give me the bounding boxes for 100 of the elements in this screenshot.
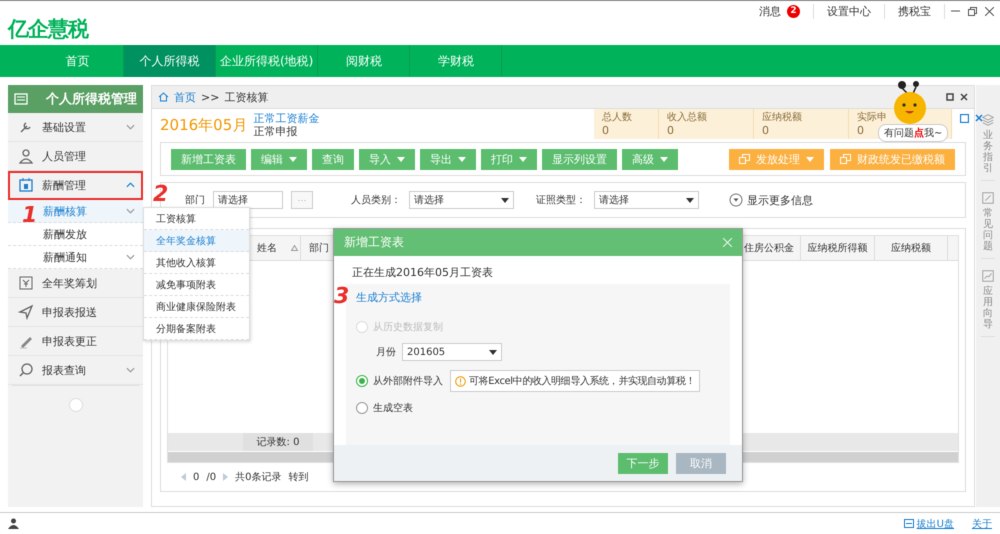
caret-icon xyxy=(660,156,668,162)
edit-icon xyxy=(981,191,995,205)
restore-icon[interactable] xyxy=(968,6,977,16)
document-icon xyxy=(14,92,28,106)
annotation-number: 3 xyxy=(334,286,350,308)
annotation-number: 2 xyxy=(153,184,168,206)
toolbar-button[interactable]: 编辑 xyxy=(251,148,307,170)
sidebar-item[interactable]: 申报表更正 xyxy=(8,327,143,356)
salary-type-link[interactable]: 正常工资薪金 xyxy=(253,112,320,125)
summary-value: 0 xyxy=(602,124,609,137)
summary-label: 总人数 xyxy=(602,111,632,124)
department-field[interactable]: 请选择 xyxy=(213,191,283,209)
column-header: 部门 xyxy=(309,242,329,255)
side-tab[interactable]: 常见问题 xyxy=(983,208,993,252)
summary-value: 0 xyxy=(762,124,769,137)
chevron-icon xyxy=(126,254,135,260)
side-tab[interactable]: 业务指引 xyxy=(983,130,993,174)
goto-label: 转到 xyxy=(288,471,308,484)
toolbar-button[interactable]: 导入 xyxy=(359,148,415,170)
dialog-title: 新增工资表 xyxy=(344,234,404,251)
column-header: 应纳税额 xyxy=(891,242,931,255)
close-icon[interactable] xyxy=(975,114,983,122)
maximize-icon[interactable] xyxy=(960,114,969,123)
page-number: 0 xyxy=(193,472,200,482)
filter-label: 部门 xyxy=(185,194,205,207)
declaration-type: 正常申报 xyxy=(253,125,298,138)
next-button[interactable]: 下一步 xyxy=(618,452,668,474)
search-icon xyxy=(18,362,34,378)
more-info-link[interactable]: 显示更多信息 xyxy=(747,192,813,208)
picker-button[interactable]: ··· xyxy=(291,191,313,209)
dialog-heading: 正在生成2016年05月工资表 xyxy=(351,265,494,281)
record-count: 记录数: 0 xyxy=(243,433,313,451)
summary-label: 收入总额 xyxy=(667,111,707,124)
chevron-icon xyxy=(126,367,135,373)
toolbar-button[interactable]: 查询 xyxy=(312,148,354,170)
toolbar-button[interactable]: 显示列设置 xyxy=(542,148,617,170)
send-icon xyxy=(18,304,34,320)
sidebar-item[interactable]: 薪酬管理 xyxy=(8,171,143,200)
menu-item[interactable]: 其他收入核算 xyxy=(144,252,249,274)
close-icon[interactable] xyxy=(985,6,994,16)
month-field[interactable]: 201605 xyxy=(402,343,502,361)
side-tab[interactable]: 应用向导 xyxy=(983,286,993,330)
caret-icon xyxy=(806,156,814,162)
filter-label: 人员类别： xyxy=(351,194,401,207)
section-title[interactable]: 生成方式选择 xyxy=(356,290,720,305)
header-link[interactable]: 消息 xyxy=(759,4,781,18)
caret-icon xyxy=(489,350,497,354)
caret-icon xyxy=(501,198,509,202)
status-link[interactable]: 拔出U盘 xyxy=(904,516,954,530)
warning-icon xyxy=(455,376,466,386)
toolbar-button[interactable]: 新增工资表 xyxy=(171,148,246,170)
logo: 亿企慧税 xyxy=(8,16,88,43)
sort-icon[interactable] xyxy=(291,245,298,251)
home-icon[interactable] xyxy=(158,92,169,102)
breadcrumb-link[interactable]: 首页 xyxy=(174,90,196,104)
copy-icon xyxy=(840,154,851,164)
menu-item[interactable]: 商业健康保险附表 xyxy=(144,296,249,318)
copy-icon xyxy=(739,154,750,164)
select-field[interactable]: 请选择 xyxy=(409,191,514,209)
toolbar-button[interactable]: 高级 xyxy=(622,148,678,170)
sidebar-item[interactable]: 人员管理 xyxy=(8,142,143,171)
yen-icon xyxy=(18,275,34,291)
calendar-icon xyxy=(18,177,34,193)
expand-circle-icon[interactable] xyxy=(729,193,743,207)
caret-icon xyxy=(519,156,527,162)
layers-icon xyxy=(981,113,995,127)
radio-button[interactable] xyxy=(356,375,368,387)
filter-label: 证照类型： xyxy=(536,194,586,207)
summary-label: 实际申 xyxy=(857,111,887,124)
radio-button[interactable] xyxy=(356,402,368,414)
summary-label: 应纳税额 xyxy=(762,111,802,124)
menu-item[interactable]: 减免事项附表 xyxy=(144,274,249,296)
close-icon[interactable] xyxy=(960,93,968,101)
maximize-icon[interactable] xyxy=(946,93,954,101)
breadcrumb-separator: >> xyxy=(201,90,220,104)
menu-item[interactable]: 分期备案附表 xyxy=(144,318,249,340)
header-link[interactable]: 携税宝 xyxy=(898,4,931,18)
nav-tab[interactable]: 个人所得税 xyxy=(124,45,216,77)
help-bubble[interactable]: 有问题点我~ xyxy=(878,124,948,142)
person-icon xyxy=(18,148,34,164)
caret-icon xyxy=(686,198,694,202)
menu-item[interactable]: 全年奖金核算 xyxy=(144,230,249,252)
caret-icon xyxy=(289,156,297,162)
sidebar-item[interactable]: 报表查询 xyxy=(8,356,143,385)
status-link[interactable]: 关于 xyxy=(972,516,992,530)
sidebar-item[interactable]: 基础设置 xyxy=(8,113,143,142)
summary-value: 0 xyxy=(857,124,864,137)
chevron-icon xyxy=(126,182,135,188)
chart-icon xyxy=(981,269,995,283)
toolbar-button[interactable]: 导出 xyxy=(420,148,476,170)
month-label: 月份 xyxy=(376,346,396,359)
header-link[interactable]: 设置中心 xyxy=(827,4,871,18)
column-header: 住房公积金 xyxy=(744,242,794,255)
radio-label: 从历史数据复制 xyxy=(373,320,443,334)
select-field[interactable]: 请选择 xyxy=(594,191,699,209)
sidebar-title: 个人所得税管理 xyxy=(46,91,137,108)
record-total: 共0条记录 xyxy=(235,470,282,484)
user-icon xyxy=(8,518,19,529)
toolbar-button[interactable]: 打印 xyxy=(481,148,537,170)
column-header: 应纳税所得额 xyxy=(808,242,868,255)
